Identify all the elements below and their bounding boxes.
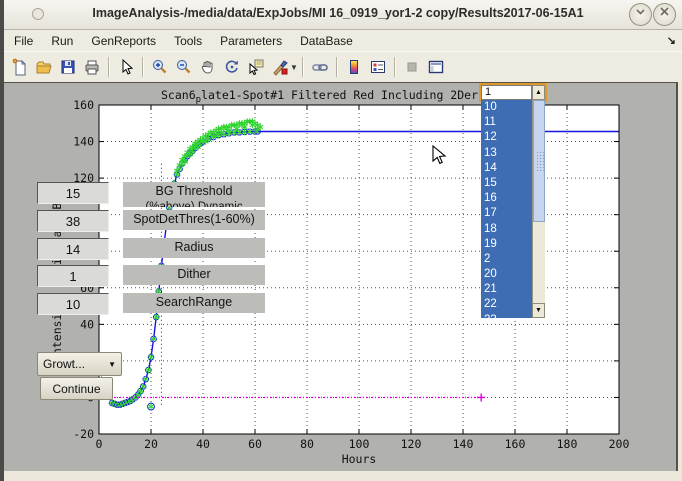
continue-button[interactable]: Continue bbox=[40, 377, 113, 400]
sublabel: (%above) Dynamic bbox=[123, 201, 265, 207]
field-searchrange[interactable] bbox=[37, 293, 109, 315]
svg-text:120: 120 bbox=[401, 437, 422, 451]
field-bg-threshold[interactable] bbox=[37, 182, 109, 204]
svg-text:140: 140 bbox=[73, 135, 94, 149]
label-bg-threshold: BG Threshold(%above) Dynamic bbox=[123, 182, 265, 207]
svg-text:-20: -20 bbox=[73, 427, 94, 441]
svg-text:200: 200 bbox=[609, 437, 630, 451]
dropdown-item-14[interactable]: 14 bbox=[481, 161, 532, 176]
dropdown-item-17[interactable]: 17 bbox=[481, 206, 532, 221]
svg-text:0: 0 bbox=[96, 437, 103, 451]
svg-text:60: 60 bbox=[248, 437, 262, 451]
svg-text:40: 40 bbox=[80, 317, 94, 331]
field-spotdetthres-1-60-[interactable] bbox=[37, 210, 109, 232]
dropdown-item-21[interactable]: 21 bbox=[481, 282, 532, 297]
dropdown-item-20[interactable]: 20 bbox=[481, 267, 532, 282]
svg-text:160: 160 bbox=[505, 437, 526, 451]
dropdown-list: 10111213141516171819220212223 bbox=[481, 100, 532, 318]
dropdown-item-23[interactable]: 23 bbox=[481, 313, 532, 318]
continue-button-label: Continue bbox=[52, 382, 100, 396]
scroll-up-icon[interactable]: ▲ bbox=[532, 85, 545, 100]
dropdown-item-12[interactable]: 12 bbox=[481, 130, 532, 145]
dropdown-item-10[interactable]: 10 bbox=[481, 100, 532, 115]
label-dither: Dither bbox=[123, 265, 265, 285]
scrollbar-grip-icon bbox=[536, 151, 544, 173]
field-radius[interactable] bbox=[37, 238, 109, 260]
growth-popup-menu[interactable]: Growt... ▼ bbox=[37, 352, 122, 376]
dropdown-item-22[interactable]: 22 bbox=[481, 297, 532, 312]
svg-text:80: 80 bbox=[300, 437, 314, 451]
down-caret-icon: ▼ bbox=[108, 360, 116, 369]
label-radius: Radius bbox=[123, 238, 265, 258]
dropdown-item-15[interactable]: 15 bbox=[481, 176, 532, 191]
dropdown-item-11[interactable]: 11 bbox=[481, 115, 532, 130]
label-searchrange: SearchRange bbox=[123, 293, 265, 313]
app-window: 020406080100120140160180200-200204060801… bbox=[0, 0, 682, 481]
dropdown-item-19[interactable]: 19 bbox=[481, 237, 532, 252]
svg-text:100: 100 bbox=[349, 437, 370, 451]
dropdown-scrollbar[interactable] bbox=[532, 100, 545, 303]
dropdown-item-16[interactable]: 16 bbox=[481, 191, 532, 206]
x-axis-label: Hours bbox=[342, 452, 377, 466]
svg-text:Scan6plate1-Spot#1 Filtered Re: Scan6plate1-Spot#1 Filtered Red Includin… bbox=[161, 88, 513, 105]
field-dither[interactable] bbox=[37, 265, 109, 287]
svg-text:20: 20 bbox=[144, 437, 158, 451]
scrollbar-thumb[interactable] bbox=[533, 100, 545, 222]
dropdown-value[interactable]: 1 bbox=[481, 85, 532, 100]
svg-text:160: 160 bbox=[73, 98, 94, 112]
svg-text:40: 40 bbox=[196, 437, 210, 451]
scroll-down-icon[interactable]: ▼ bbox=[532, 303, 545, 318]
plot-title: Scan6plate1-Spot#1 Filtered Red Includin… bbox=[161, 88, 513, 105]
svg-text:180: 180 bbox=[557, 437, 578, 451]
growth-popup-label: Growt... bbox=[43, 357, 85, 371]
dropdown-item-13[interactable]: 13 bbox=[481, 146, 532, 161]
svg-text:140: 140 bbox=[453, 437, 474, 451]
dropdown-item-2[interactable]: 2 bbox=[481, 252, 532, 267]
dropdown-item-18[interactable]: 18 bbox=[481, 222, 532, 237]
label-spotdetthres-1-60-: SpotDetThres(1-60%) bbox=[123, 210, 265, 230]
mouse-cursor-icon bbox=[432, 145, 448, 165]
